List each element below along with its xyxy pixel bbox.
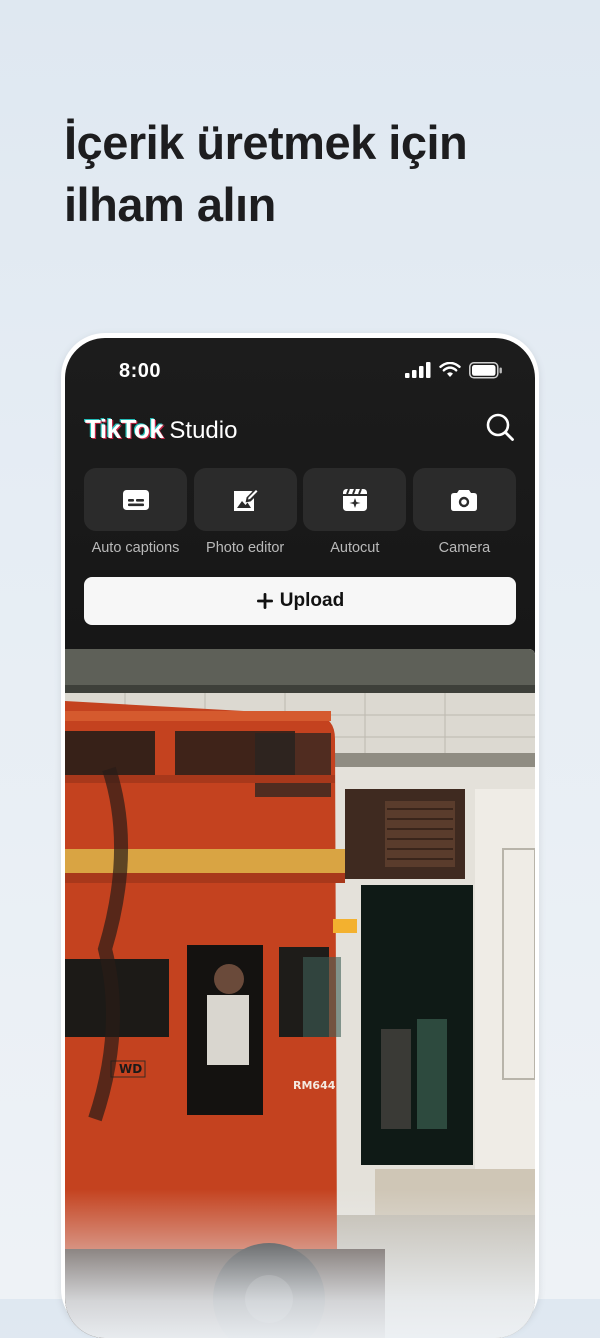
auto-captions-tile	[84, 468, 187, 531]
phone-screen: 8:00 TikTok Studio Auto captions Photo e…	[65, 338, 535, 1338]
logo-studio: Studio	[169, 417, 238, 444]
photo-editor-label: Photo editor	[206, 540, 285, 556]
camera-label: Camera	[438, 540, 491, 556]
svg-text:WD: WD	[119, 1062, 142, 1076]
photo-edit-icon	[234, 487, 260, 511]
status-bar: 8:00	[65, 338, 535, 398]
inspiration-photo: WD RM644	[65, 649, 535, 1338]
promo-headline: İçerik üretmek için ilham alın	[64, 112, 564, 236]
captions-icon	[122, 489, 149, 510]
photo-editor-tile	[193, 468, 297, 531]
signal-icon	[405, 362, 431, 378]
search-icon	[486, 413, 514, 441]
auto-captions-button[interactable]: Auto captions	[84, 468, 187, 560]
search-button[interactable]	[485, 412, 515, 442]
tools-row: Auto captions Photo editor Autocut Camer…	[84, 468, 516, 560]
photo-editor-button[interactable]: Photo editor	[193, 468, 297, 560]
bottom-fade	[65, 1189, 535, 1338]
plus-icon	[256, 593, 273, 609]
status-icons	[405, 361, 503, 379]
autocut-button[interactable]: Autocut	[303, 468, 407, 560]
upload-label: Upload	[279, 590, 345, 611]
app-logo: TikTok Studio	[85, 414, 237, 445]
status-time: 8:00	[119, 360, 162, 382]
camera-button[interactable]: Camera	[412, 468, 516, 560]
autocut-icon	[342, 488, 367, 511]
battery-icon	[469, 361, 502, 379]
auto-captions-label: Auto captions	[91, 540, 180, 556]
wifi-icon	[439, 362, 461, 377]
headline-line-1: İçerik üretmek için	[64, 116, 468, 169]
app-header: TikTok Studio	[65, 408, 535, 452]
autocut-tile	[303, 468, 407, 531]
svg-text:RM644: RM644	[293, 1079, 336, 1092]
headline-line-2: ilham alın	[64, 178, 276, 231]
logo-tiktok: TikTok	[85, 414, 164, 444]
upload-button[interactable]: Upload	[84, 577, 516, 625]
autocut-label: Autocut	[330, 540, 380, 556]
camera-tile	[412, 468, 516, 531]
camera-icon	[451, 489, 478, 511]
